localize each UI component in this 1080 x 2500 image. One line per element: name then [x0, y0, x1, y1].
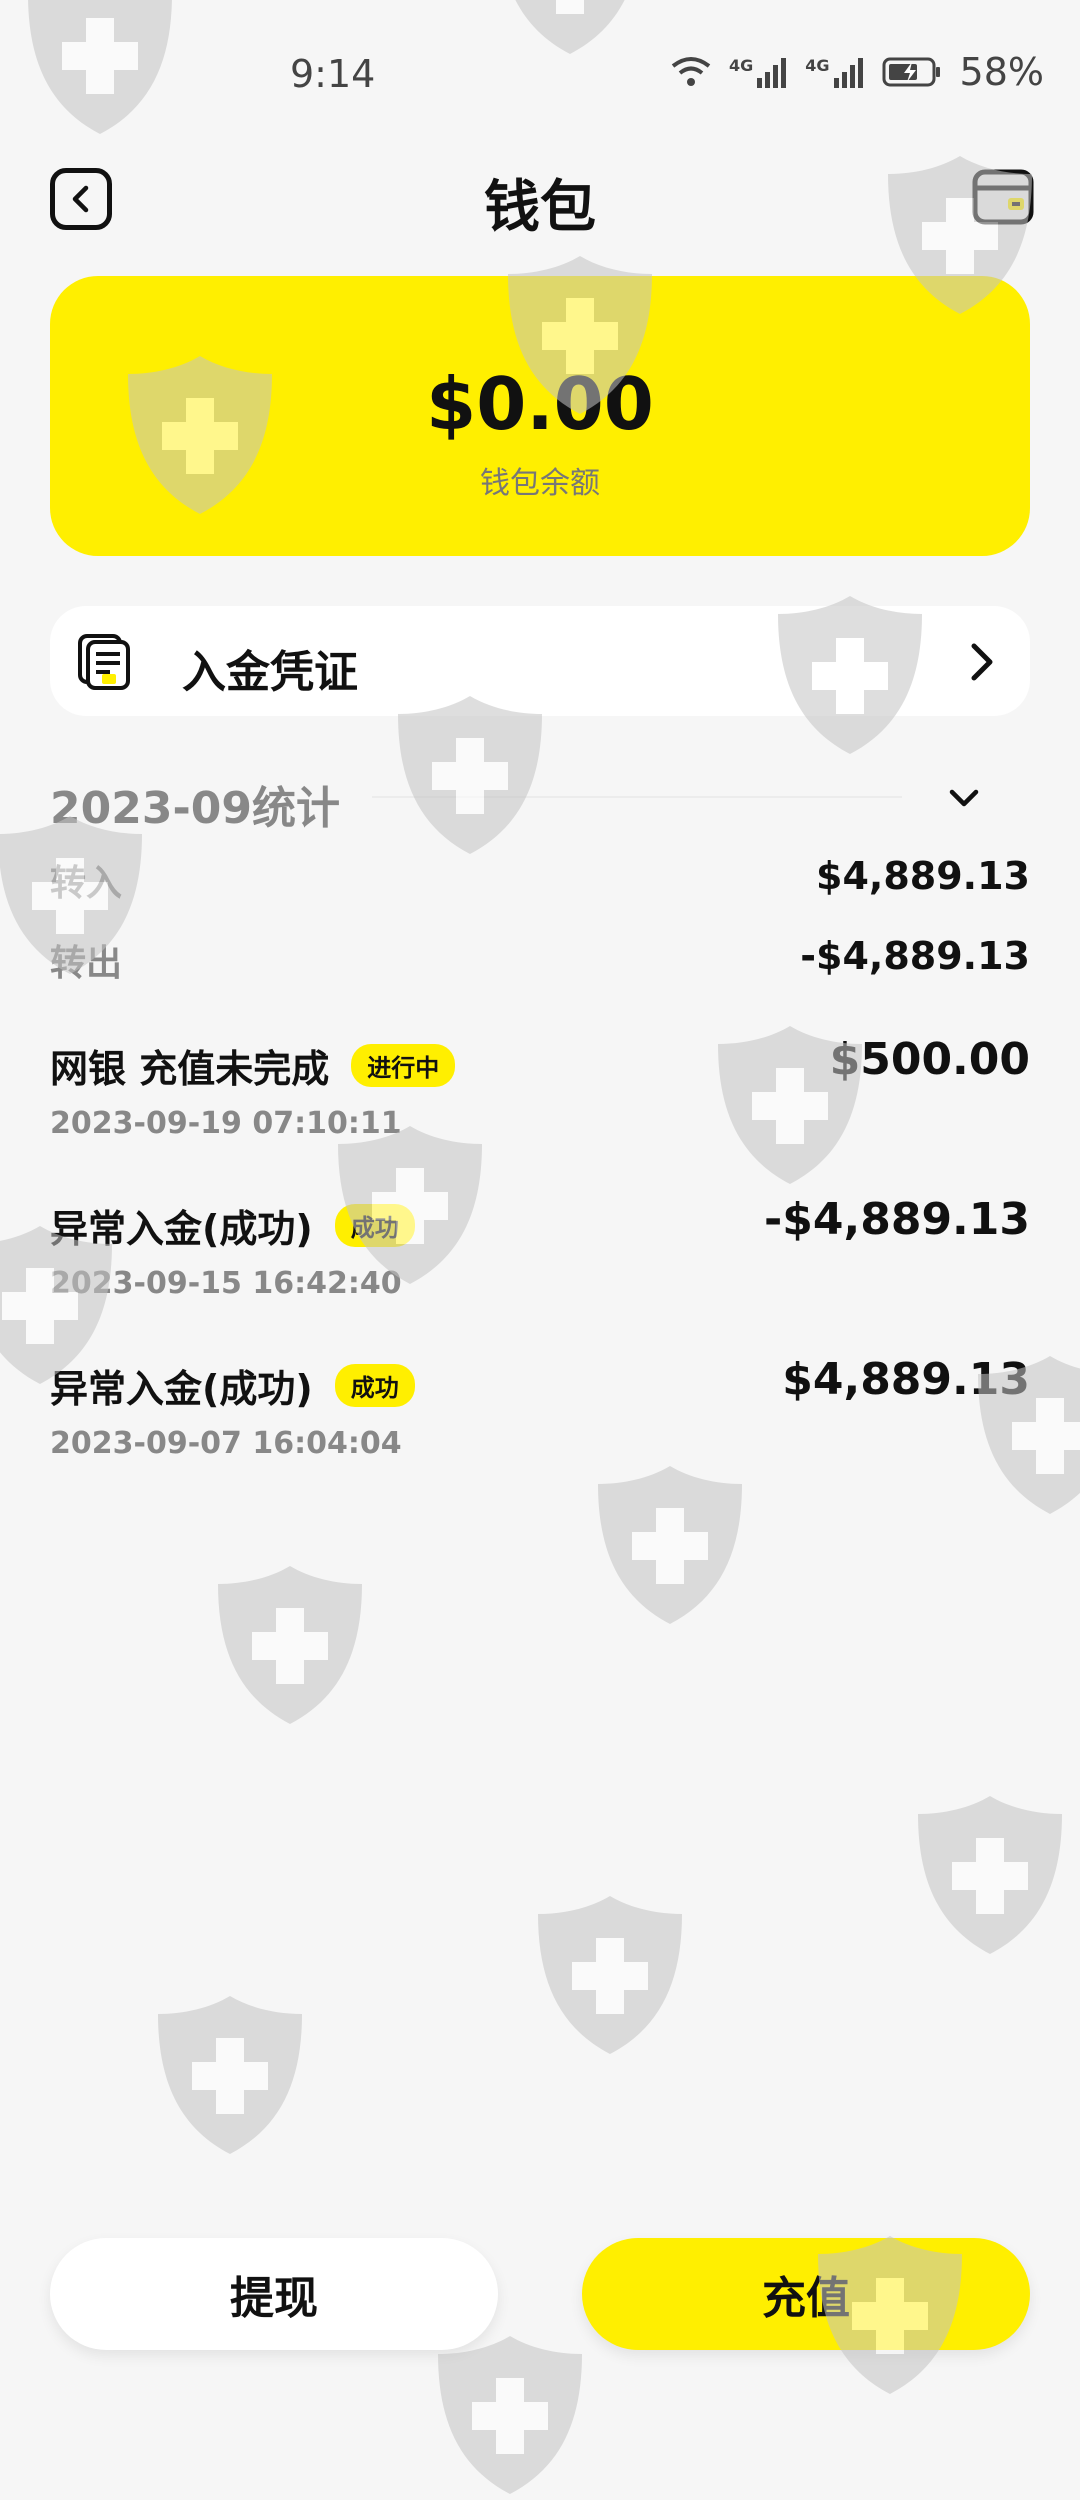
transaction-item[interactable]: 异常入金(成功) 成功 2023-09-15 16:42:40 -$4,889.… — [0, 1190, 1080, 1310]
watermark-shield-icon — [218, 1566, 362, 1724]
status-badge: 进行中 — [351, 1044, 456, 1087]
voucher-label: 入金凭证 — [182, 647, 358, 698]
balance-label: 钱包余额 — [480, 466, 600, 501]
watermark-shield-icon — [438, 2336, 582, 2494]
status-time: 9:14 — [290, 52, 376, 96]
divider — [372, 796, 902, 798]
signal-icon-1: 4G — [729, 56, 787, 88]
status-icons: 4G 4G 58% — [671, 50, 1044, 94]
watermark-shield-icon — [598, 1466, 742, 1624]
transaction-amount: $4,889.13 — [782, 1354, 1030, 1405]
chevron-right-icon — [971, 643, 993, 681]
transaction-title: 异常入金(成功) — [50, 1367, 313, 1411]
watermark-shield-icon — [28, 0, 172, 134]
transaction-title-row: 异常入金(成功) 成功 — [50, 1198, 415, 1253]
stat-value-out: -$4,889.13 — [800, 934, 1030, 978]
battery-percent: 58% — [959, 50, 1044, 94]
status-badge: 成功 — [334, 1204, 415, 1247]
transaction-date: 2023-09-07 16:04:04 — [50, 1426, 402, 1461]
transaction-title-row: 网银 充值未完成 进行中 — [50, 1038, 456, 1093]
transaction-title: 网银 充值未完成 — [50, 1047, 330, 1091]
transaction-amount: -$4,889.13 — [764, 1194, 1030, 1245]
transaction-date: 2023-09-19 07:10:11 — [50, 1106, 402, 1141]
wifi-icon — [671, 57, 711, 86]
battery-icon — [882, 57, 940, 87]
chevron-down-icon[interactable] — [944, 782, 984, 816]
watermark-shield-icon — [918, 1796, 1062, 1954]
withdraw-button[interactable]: 提现 — [50, 2238, 498, 2350]
transaction-title-row: 异常入金(成功) 成功 — [50, 1358, 415, 1413]
stat-value-in: $4,889.13 — [816, 854, 1030, 898]
stat-label-out: 转出 — [50, 943, 123, 984]
balance-card: $0.00 钱包余额 — [50, 276, 1030, 556]
stat-label-in: 转入 — [50, 863, 123, 904]
transaction-date: 2023-09-15 16:42:40 — [50, 1266, 402, 1301]
watermark-shield-icon — [498, 0, 642, 54]
signal-icon-2: 4G — [805, 56, 863, 88]
transaction-title: 异常入金(成功) — [50, 1207, 313, 1251]
recharge-button[interactable]: 充值 — [582, 2238, 1030, 2350]
status-badge: 成功 — [334, 1364, 415, 1407]
card-button[interactable] — [972, 168, 1034, 226]
transaction-amount: $500.00 — [829, 1034, 1030, 1085]
transaction-item[interactable]: 异常入金(成功) 成功 2023-09-07 16:04:04 $4,889.1… — [0, 1350, 1080, 1470]
balance-amount: $0.00 — [426, 362, 654, 446]
document-icon — [78, 634, 130, 690]
stats-month-title: 2023-09统计 — [50, 783, 340, 834]
watermark-shield-icon — [158, 1996, 302, 2154]
page-title: 钱包 — [484, 175, 596, 240]
transaction-item[interactable]: 网银 充值未完成 进行中 2023-09-19 07:10:11 $500.00 — [0, 1030, 1080, 1150]
watermark-shield-icon — [538, 1896, 682, 2054]
card-icon — [972, 169, 1034, 225]
deposit-voucher-row[interactable]: 入金凭证 — [50, 606, 1030, 716]
